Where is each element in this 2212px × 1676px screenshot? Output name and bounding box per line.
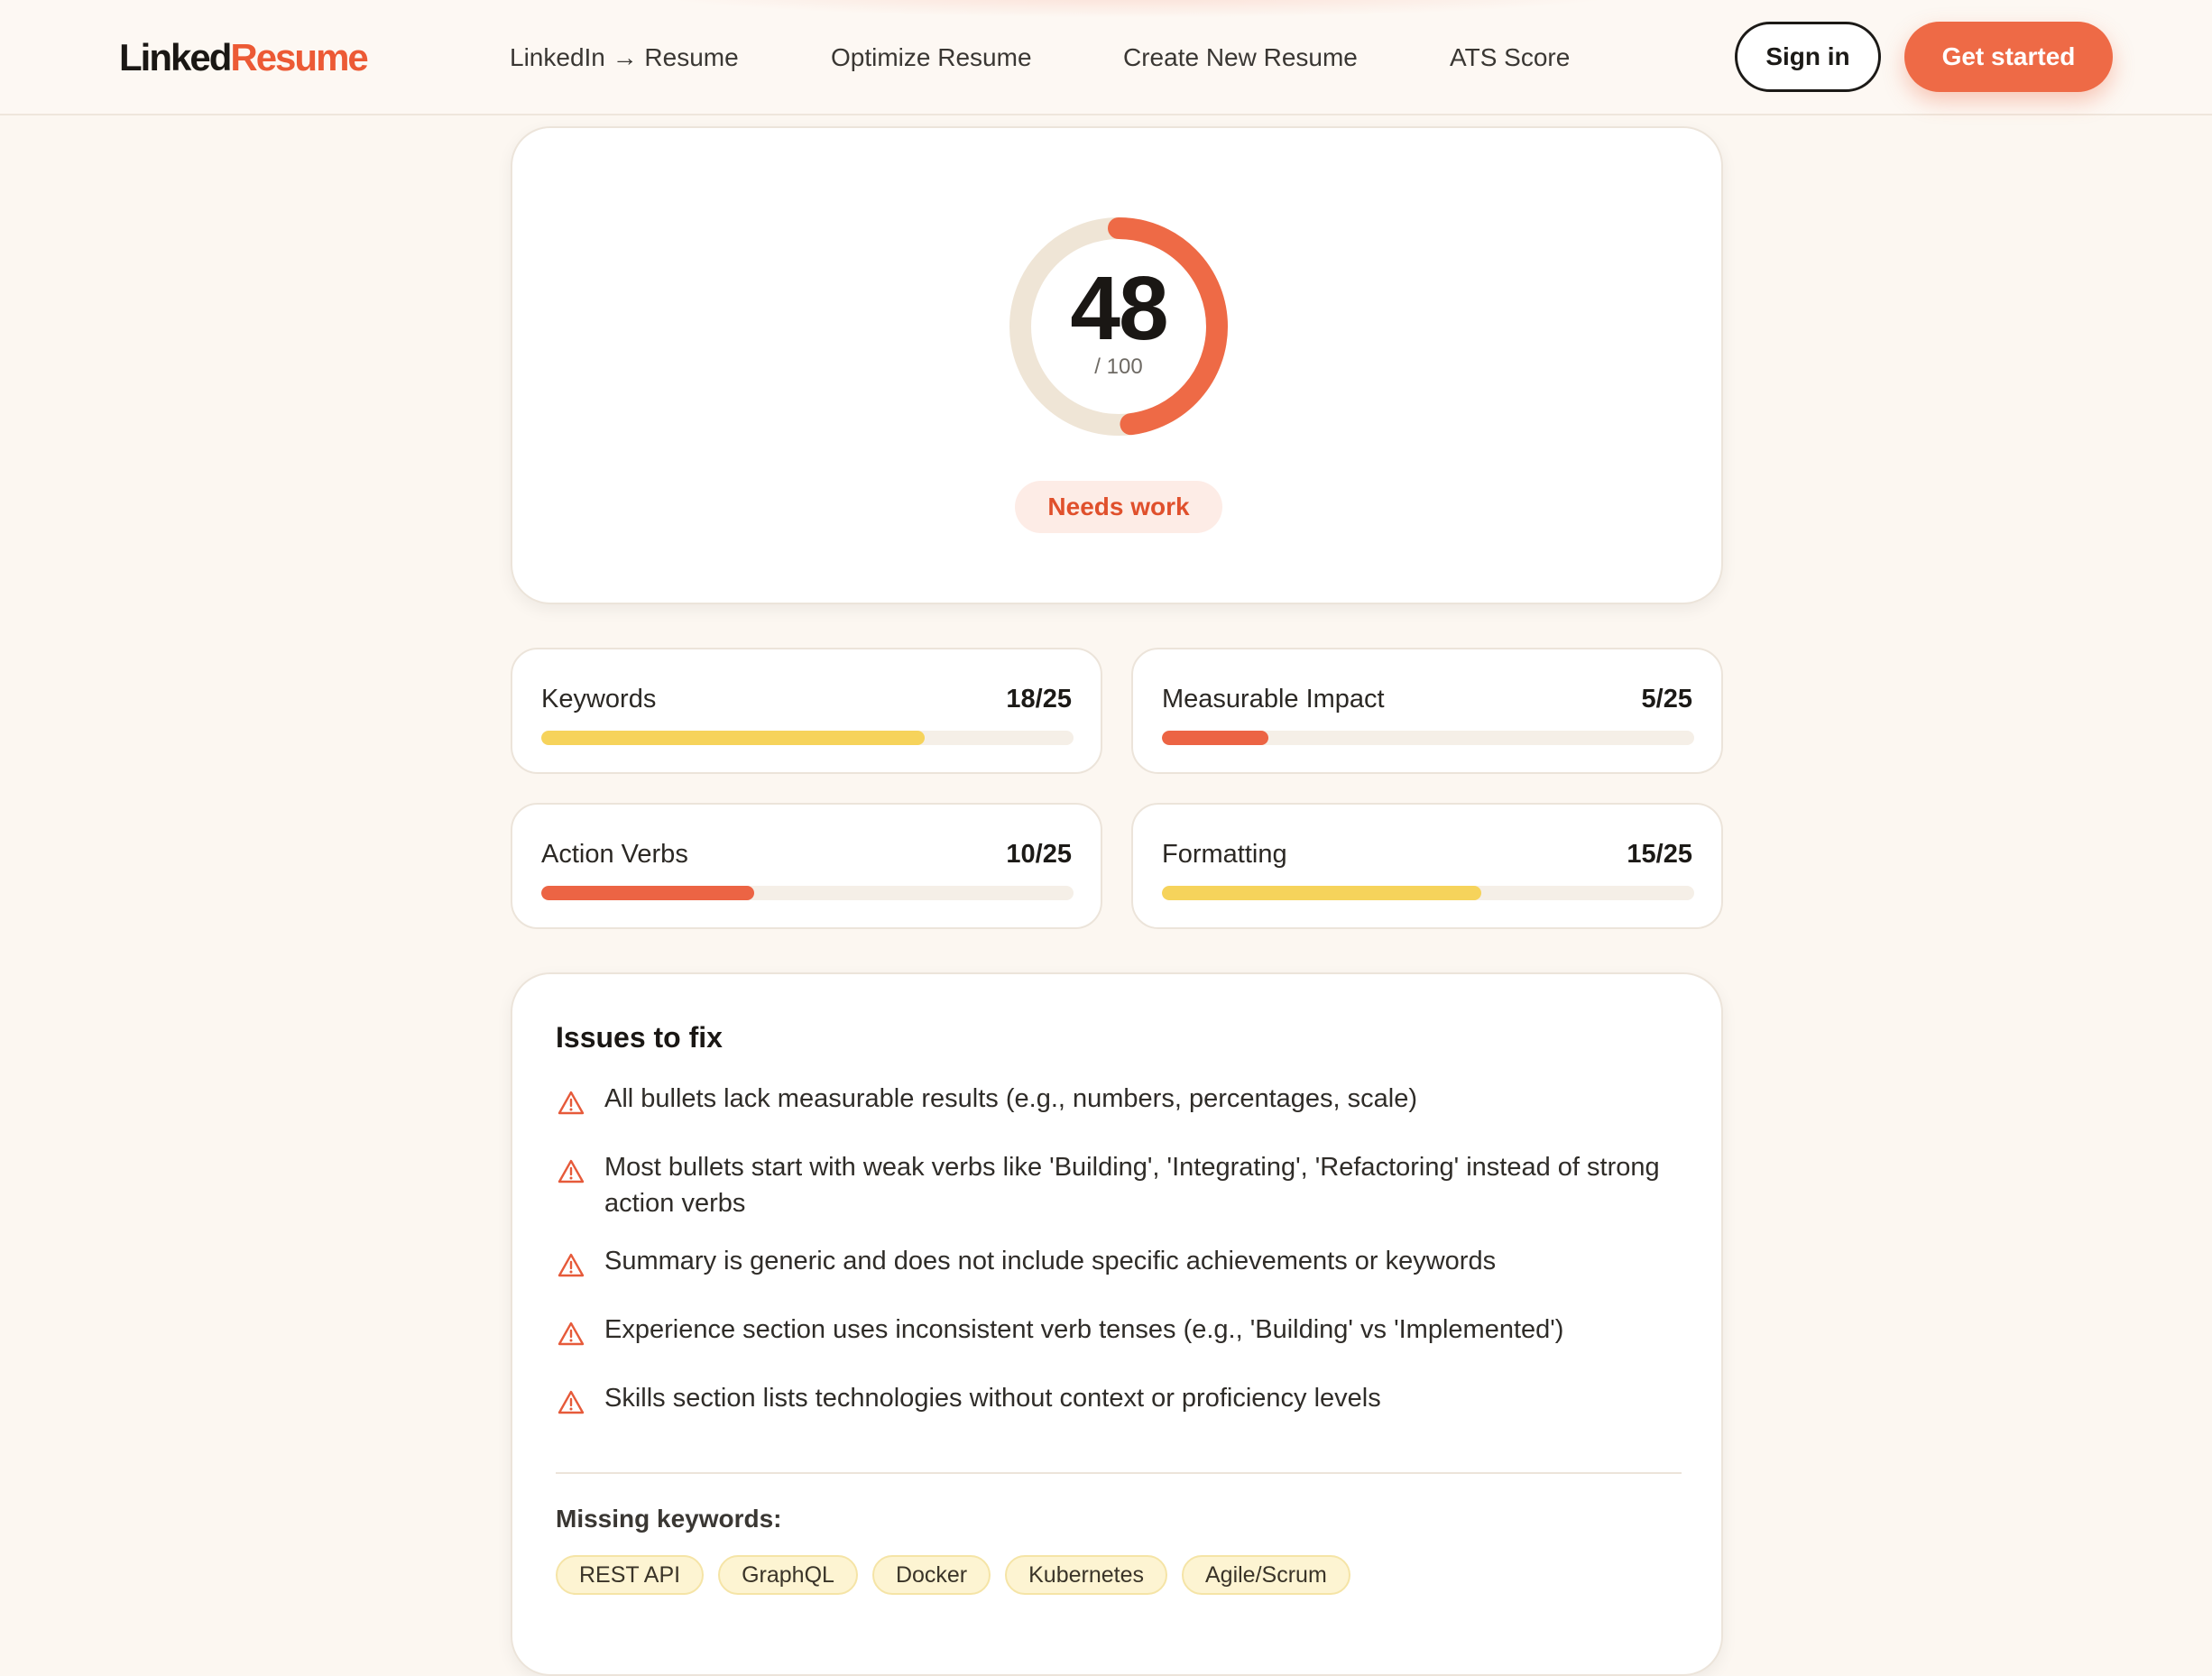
metric-progress-fill: [1162, 731, 1268, 745]
metric-progress-track: [541, 731, 1074, 745]
nav-ats-score[interactable]: ATS Score: [1450, 40, 1570, 76]
keyword-chip: Docker: [871, 1555, 991, 1595]
nav-optimize-resume[interactable]: Optimize Resume: [831, 40, 1032, 76]
metric-progress-fill: [541, 886, 754, 900]
get-started-button[interactable]: Get started: [1904, 22, 2113, 92]
keyword-chip: GraphQL: [718, 1555, 858, 1595]
metric-label: Measurable Impact: [1162, 685, 1385, 714]
issue-item: All bullets lack measurable results (e.g…: [556, 1081, 1665, 1119]
divider: [556, 1472, 1682, 1474]
metric-card-measurable-impact: Measurable Impact 5/25: [1131, 648, 1723, 774]
logo[interactable]: LinkedResume: [119, 34, 369, 81]
warning-triangle-icon: [558, 1390, 585, 1414]
issue-text: Skills section lists technologies withou…: [604, 1384, 1381, 1413]
issue-text: All bullets lack measurable results (e.g…: [604, 1084, 1418, 1113]
metric-label: Formatting: [1162, 840, 1287, 869]
issue-item: Most bullets start with weak verbs like …: [556, 1149, 1665, 1221]
issue-item: Experience section uses inconsistent ver…: [556, 1312, 1665, 1349]
issue-text: Experience section uses inconsistent ver…: [604, 1315, 1564, 1344]
missing-keywords-list: REST API GraphQL Docker Kubernetes Agile…: [556, 1555, 1350, 1595]
metric-progress-track: [1162, 886, 1694, 900]
metric-value: 18/25: [1006, 685, 1072, 714]
metric-value: 5/25: [1641, 685, 1692, 714]
sign-in-button[interactable]: Sign in: [1735, 22, 1881, 92]
metric-card-action-verbs: Action Verbs 10/25: [511, 803, 1102, 929]
issue-item: Skills section lists technologies withou…: [556, 1380, 1665, 1418]
metric-progress-track: [541, 886, 1074, 900]
warning-triangle-icon: [558, 1159, 585, 1183]
missing-keywords-title: Missing keywords:: [556, 1505, 782, 1533]
logo-text-linked: Linked: [119, 36, 232, 78]
issue-text: Most bullets start with weak verbs like …: [604, 1153, 1660, 1218]
metric-progress-fill: [1162, 886, 1481, 900]
metric-label: Action Verbs: [541, 840, 688, 869]
keyword-chip: Agile/Scrum: [1182, 1555, 1350, 1595]
metric-card-keywords: Keywords 18/25: [511, 648, 1102, 774]
score-max-label: / 100: [1094, 355, 1143, 379]
metric-label: Keywords: [541, 685, 657, 714]
keyword-chip: REST API: [556, 1555, 705, 1595]
header-glow: [631, 0, 1642, 18]
keyword-chip: Kubernetes: [1005, 1555, 1167, 1595]
metric-card-formatting: Formatting 15/25: [1131, 803, 1723, 929]
issue-text: Summary is generic and does not include …: [604, 1247, 1497, 1275]
metric-value: 15/25: [1627, 840, 1692, 869]
metric-progress-fill: [541, 731, 925, 745]
status-badge: Needs work: [1015, 481, 1222, 533]
score-value: 48: [1070, 258, 1168, 359]
top-nav-bar: LinkedResume LinkedIn → Resume Optimize …: [0, 0, 2212, 115]
ats-score-card: 48 / 100 Needs work: [511, 126, 1723, 604]
warning-triangle-icon: [558, 1321, 585, 1346]
issues-title: Issues to fix: [556, 1021, 723, 1054]
metric-progress-track: [1162, 731, 1694, 745]
nav-linkedin-to-resume[interactable]: LinkedIn → Resume: [510, 40, 739, 76]
logo-text-resume: Resume: [230, 36, 368, 78]
issue-item: Summary is generic and does not include …: [556, 1243, 1665, 1281]
metric-value: 10/25: [1006, 840, 1072, 869]
issues-card: Issues to fix All bullets lack measurabl…: [511, 972, 1723, 1676]
nav-create-new-resume[interactable]: Create New Resume: [1123, 40, 1358, 76]
warning-triangle-icon: [558, 1253, 585, 1277]
warning-triangle-icon: [558, 1091, 585, 1115]
